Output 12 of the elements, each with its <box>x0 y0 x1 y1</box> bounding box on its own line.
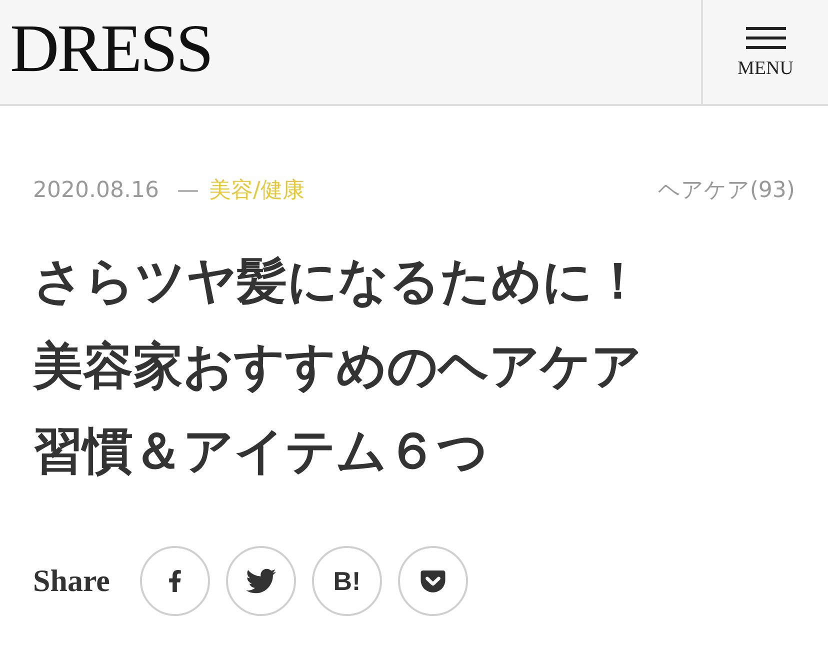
bird-icon <box>246 566 276 596</box>
share-label: Share <box>33 562 110 600</box>
dash-separator: — <box>176 177 199 205</box>
share-button[interactable] <box>398 546 468 616</box>
share-button[interactable] <box>226 546 296 616</box>
share-button[interactable]: B! <box>312 546 382 616</box>
menu-icon <box>746 26 786 48</box>
article-title: さらツヤ髪になるために！美容家おすすめのヘアケア習慣＆アイテム６つ <box>33 251 643 482</box>
post-date: 2020.08.16 <box>33 177 159 205</box>
share-button[interactable] <box>140 546 210 616</box>
logo[interactable]: DRESS <box>10 14 212 82</box>
menu-button[interactable]: MENU <box>701 0 828 104</box>
